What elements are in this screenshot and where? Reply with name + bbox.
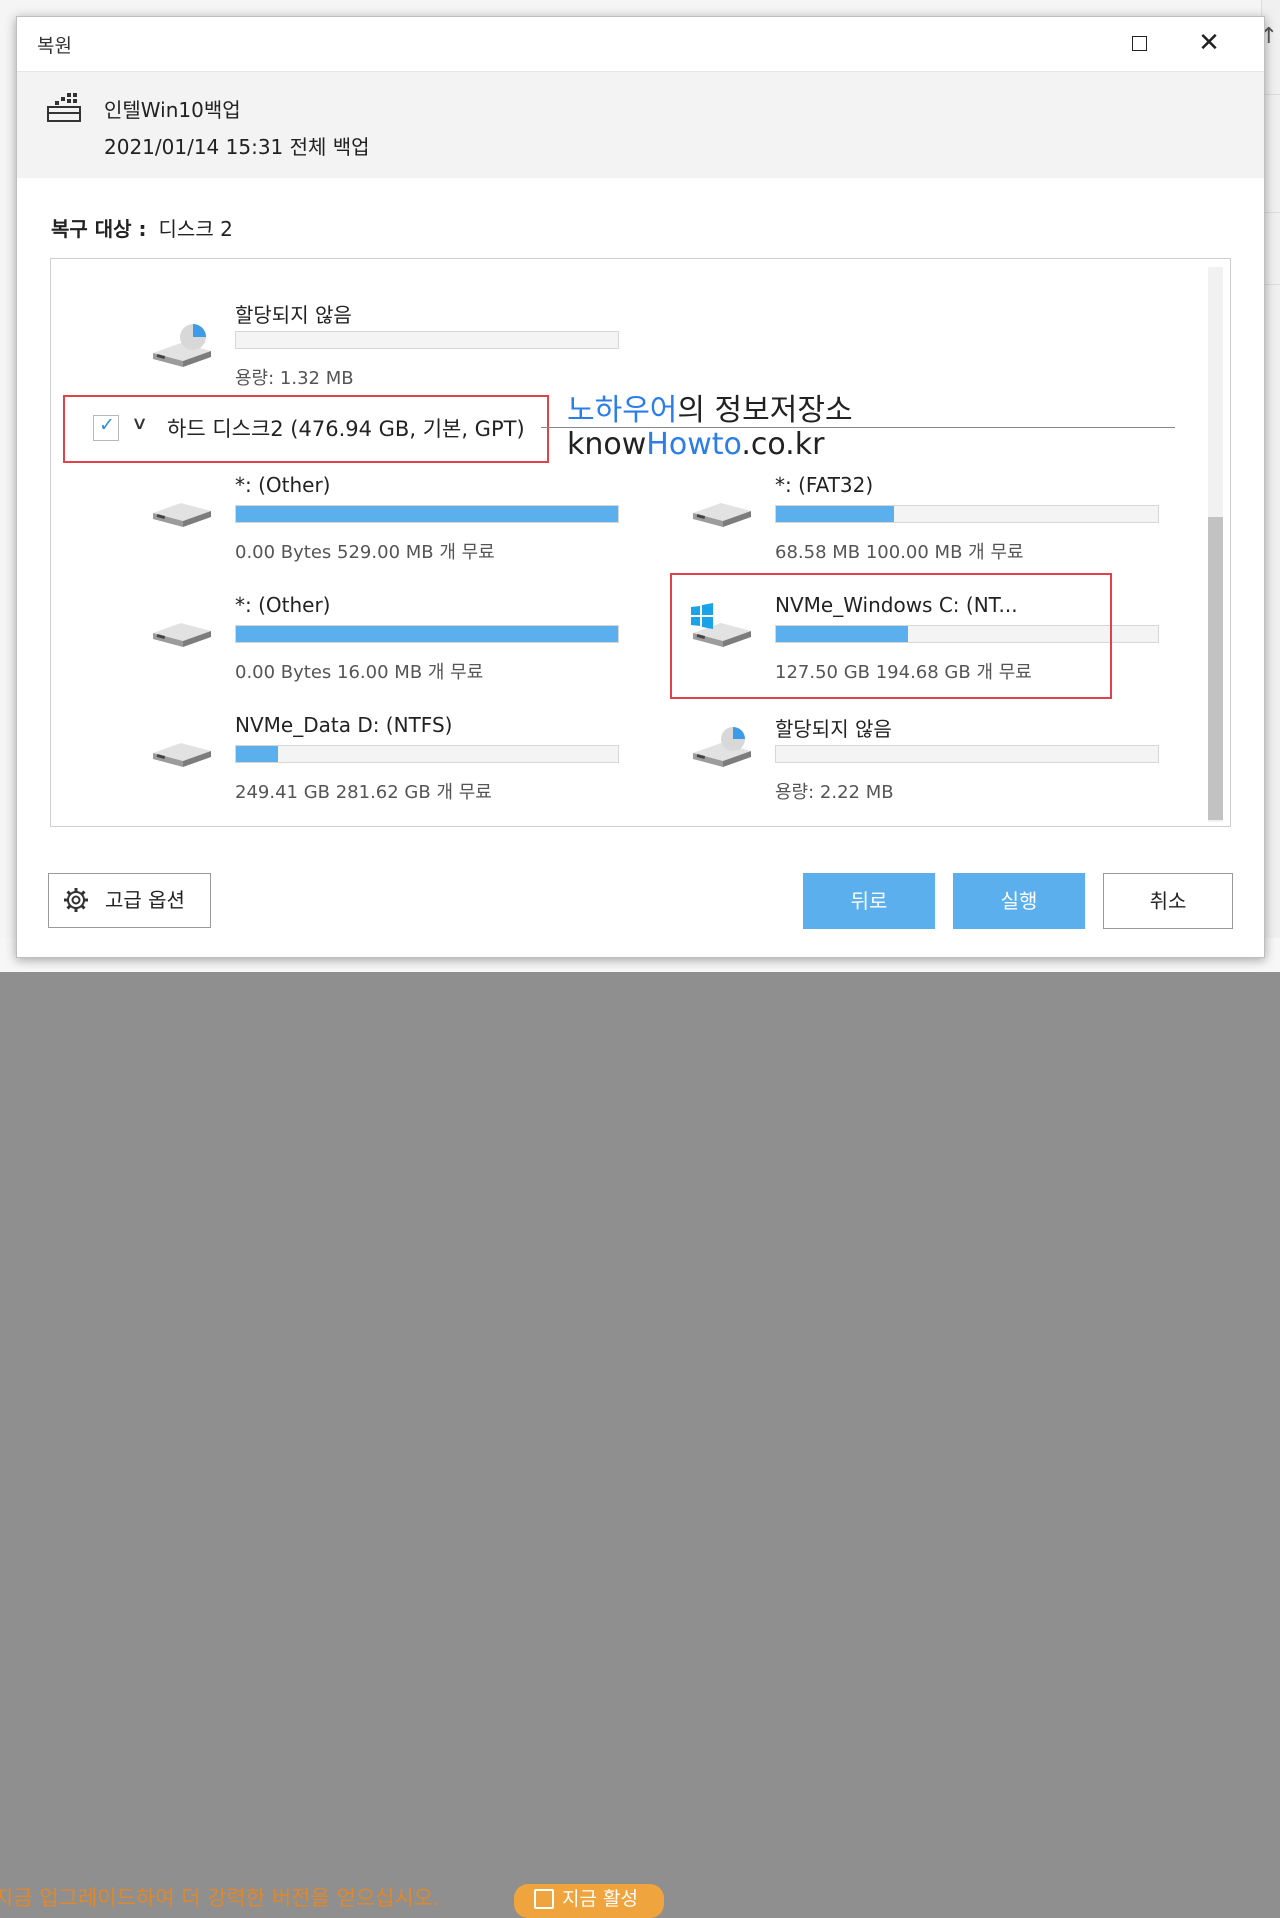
disk-panel: 할당되지 않음 용량: 1.32 MB ✓ ∨ 하드 디스크2 (476.94 … — [50, 258, 1231, 827]
partition-usage-bar — [235, 625, 619, 643]
backup-name: 인텔Win10백업 — [104, 98, 241, 122]
unallocated-drive-icon — [693, 727, 751, 767]
drive-icon — [153, 623, 211, 647]
promo-text: 지금 업그레이드하여 더 강력한 버전을 얻으십시오. — [0, 1886, 440, 1910]
partition-name: *: (FAT32) — [775, 473, 874, 497]
partition-item[interactable]: 할당되지 않음 용량: 2.22 MB — [691, 713, 1191, 826]
partition-item[interactable]: NVMe_Data D: (NTFS) 249.41 GB 281.62 GB … — [151, 713, 651, 826]
partition-item[interactable]: *: (Other) 0.00 Bytes 529.00 MB 개 무료 — [151, 473, 651, 593]
partition-item[interactable]: *: (Other) 0.00 Bytes 16.00 MB 개 무료 — [151, 593, 651, 713]
watermark-url-b: .co.kr — [741, 427, 825, 462]
watermark-title: 노하우어의 정보저장소 — [567, 385, 853, 429]
activate-button[interactable]: 지금 활성 — [514, 1884, 664, 1918]
partition-name: NVMe_Data D: (NTFS) — [235, 713, 453, 737]
partition-size: 249.41 GB 281.62 GB 개 무료 — [235, 782, 492, 803]
partition-usage-bar — [235, 331, 619, 349]
watermark-url: knowHowto.co.kr — [567, 427, 824, 462]
divider — [1264, 94, 1280, 95]
partition-usage-bar — [235, 505, 619, 523]
partition-name: 할당되지 않음 — [235, 303, 352, 327]
windows-partition-highlight — [670, 573, 1112, 699]
partition-size: 68.58 MB 100.00 MB 개 무료 — [775, 542, 1024, 563]
partition-name: 할당되지 않음 — [775, 717, 892, 741]
partition-usage-fill — [776, 506, 895, 522]
partition-usage-fill — [236, 746, 279, 762]
run-button[interactable]: 실행 — [953, 873, 1085, 929]
back-button[interactable]: 뒤로 — [803, 873, 935, 929]
dialog-title: 복원 — [37, 35, 72, 57]
disk-checkbox[interactable]: ✓ — [93, 414, 119, 441]
divider — [1264, 284, 1280, 285]
advanced-options-button[interactable]: 고급 옵션 — [48, 873, 211, 928]
drive-icon — [153, 503, 211, 527]
watermark-title-blue: 노하우어 — [567, 393, 678, 428]
partition-usage-fill — [236, 626, 618, 642]
backup-drive-icon — [47, 93, 81, 122]
partition-size: 용량: 1.32 MB — [235, 368, 354, 389]
maximize-icon — [1132, 36, 1147, 51]
partition-size: 0.00 Bytes 529.00 MB 개 무료 — [235, 542, 495, 563]
partition-size: 0.00 Bytes 16.00 MB 개 무료 — [235, 662, 484, 683]
cancel-button[interactable]: 취소 — [1103, 873, 1233, 929]
watermark-title-rest: 의 정보저장소 — [677, 393, 853, 428]
partition-name: *: (Other) — [235, 473, 331, 497]
chevron-down-icon[interactable]: ∨ — [131, 413, 148, 434]
close-icon: ✕ — [1198, 28, 1220, 58]
unallocated-drive-icon — [153, 324, 211, 367]
restore-target-value: 디스크 2 — [158, 217, 233, 241]
divider — [1264, 212, 1280, 213]
check-icon: ✓ — [99, 414, 115, 436]
scrollbar-thumb[interactable] — [1208, 517, 1223, 820]
title-bar: 복원 ✕ — [17, 17, 1264, 72]
activate-icon — [534, 1889, 554, 1909]
disk-label: 하드 디스크2 (476.94 GB, 기본, GPT) — [167, 417, 525, 441]
watermark-url-blue: Howto — [646, 427, 742, 462]
advanced-options-label: 고급 옵션 — [105, 888, 185, 912]
disk-row[interactable]: ✓ ∨ 하드 디스크2 (476.94 GB, 기본, GPT) — [63, 395, 549, 463]
maximize-button[interactable] — [1121, 27, 1157, 59]
watermark-url-a: know — [567, 427, 647, 462]
close-button[interactable]: ✕ — [1189, 27, 1229, 59]
partition-usage-fill — [236, 506, 618, 522]
partition-usage-bar — [775, 505, 1159, 523]
partition-usage-bar — [775, 745, 1159, 763]
restore-dialog: 복원 ✕ 인텔Win10백업 2021/01/14 15:31 전체 백업 복구… — [16, 16, 1265, 958]
partition-name: *: (Other) — [235, 593, 331, 617]
backup-info: 인텔Win10백업 2021/01/14 15:31 전체 백업 — [17, 72, 1264, 178]
activate-button-label: 지금 활성 — [562, 1888, 638, 1910]
drive-icon — [153, 743, 211, 767]
restore-target-label: 복구 대상 : — [51, 217, 147, 241]
gear-icon — [64, 888, 88, 912]
partition-size: 용량: 2.22 MB — [775, 782, 894, 803]
drive-icon — [693, 503, 751, 527]
restore-target: 복구 대상 : 디스크 2 — [51, 213, 233, 242]
backup-date: 2021/01/14 15:31 전체 백업 — [104, 135, 370, 159]
partition-usage-bar — [235, 745, 619, 763]
